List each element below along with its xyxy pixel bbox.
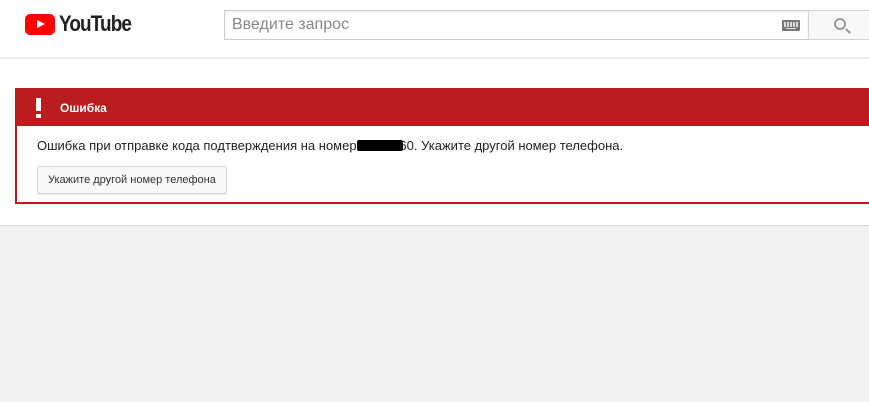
change-phone-button[interactable]: Укажите другой номер телефона <box>37 166 227 194</box>
exclamation-icon <box>36 98 42 118</box>
search-input[interactable] <box>225 11 765 39</box>
redacted-phone-number <box>357 140 404 151</box>
error-title: Ошибка <box>60 101 107 115</box>
error-message: Ошибка при отправке кода подтверждения н… <box>37 138 623 153</box>
error-message-suffix: 60. Укажите другой номер телефона. <box>399 138 624 153</box>
error-message-prefix: Ошибка при отправке кода подтверждения н… <box>37 138 368 153</box>
logo-text: YouTube <box>59 11 132 36</box>
main-content: Ошибка Ошибка при отправке кода подтверж… <box>0 59 869 226</box>
error-panel: Ошибка Ошибка при отправке кода подтверж… <box>15 88 869 204</box>
search-button[interactable] <box>808 10 869 40</box>
error-header: Ошибка <box>17 90 869 126</box>
search-icon <box>834 18 846 30</box>
youtube-play-icon <box>25 13 55 35</box>
masthead: YouTube <box>0 0 869 58</box>
youtube-logo[interactable]: YouTube <box>25 11 143 36</box>
search-box <box>224 10 808 40</box>
keyboard-icon[interactable] <box>782 20 800 31</box>
